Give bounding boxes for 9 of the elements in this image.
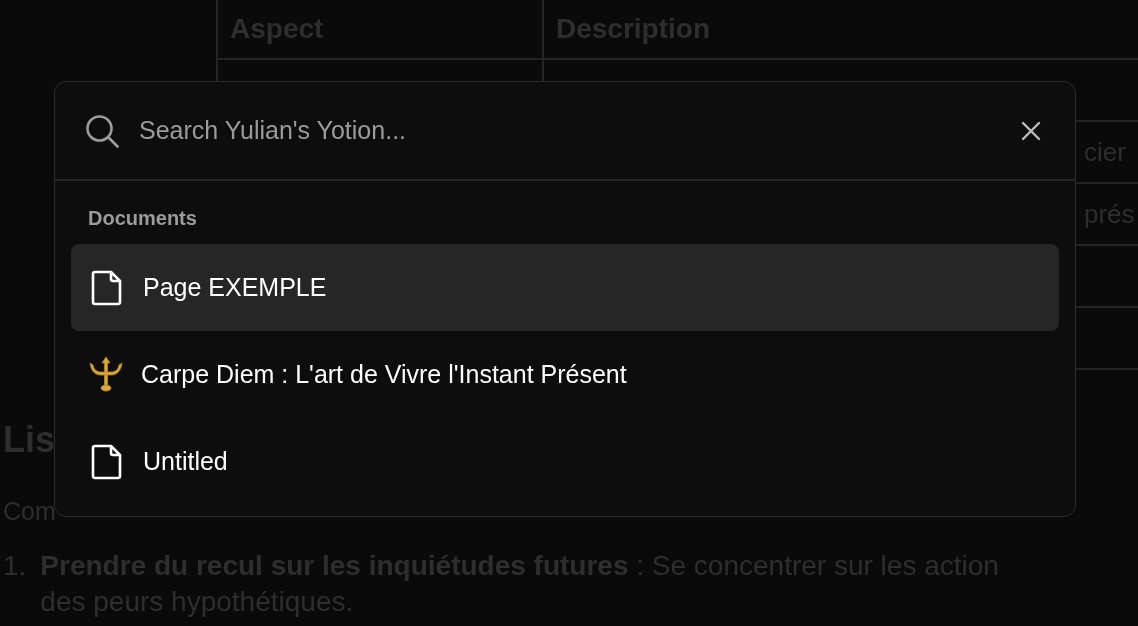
search-result[interactable]: Carpe Diem : L'art de Vivre l'Instant Présent xyxy=(71,331,1059,418)
search-icon xyxy=(85,113,119,148)
page-icon xyxy=(91,269,123,306)
page-icon xyxy=(91,443,123,480)
search-result[interactable]: Untitled xyxy=(71,418,1059,505)
search-result[interactable]: Page EXEMPLE xyxy=(71,244,1059,331)
section-label: Documents xyxy=(88,207,198,230)
trident-icon xyxy=(87,355,125,394)
search-field[interactable]: Search Yulian's Yotion... xyxy=(137,115,1017,146)
